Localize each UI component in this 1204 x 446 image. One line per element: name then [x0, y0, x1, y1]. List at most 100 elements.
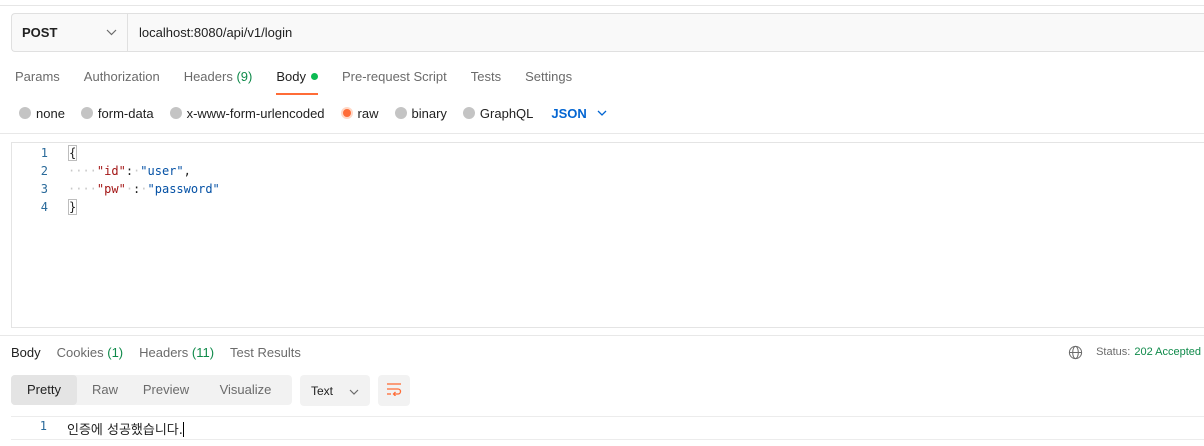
response-format-select[interactable]: Text: [300, 375, 370, 406]
json-colon: :: [125, 164, 134, 178]
tab-label: Headers: [139, 344, 189, 360]
response-status: Status: 202 Accepted: [1068, 342, 1201, 362]
tab-label: Authorization: [83, 69, 160, 84]
status-value: 202 Accepted: [1134, 346, 1201, 358]
view-mode-toggle: Pretty Raw Preview Visualize: [11, 375, 292, 405]
tab-settings[interactable]: Settings: [525, 66, 572, 94]
wrap-lines-button[interactable]: [378, 375, 410, 406]
tab-body[interactable]: Body: [276, 66, 318, 95]
top-divider: [0, 5, 1204, 6]
radio-label: form-data: [97, 105, 154, 121]
radio-circle: [19, 107, 31, 119]
response-text: 인증에 성공했습니다.: [67, 419, 184, 438]
section-divider: [0, 335, 1204, 336]
radio-raw[interactable]: raw: [340, 105, 379, 121]
body-format-select[interactable]: JSON: [551, 105, 607, 121]
tab-label: Params: [15, 69, 60, 84]
tab-count: (11): [191, 344, 215, 360]
response-tab-test-results[interactable]: Test Results: [230, 345, 301, 360]
radio-label: none: [36, 105, 65, 121]
radio-label: raw: [357, 105, 379, 121]
line-number: 2: [40, 164, 48, 178]
wrap-lines-icon: [386, 382, 402, 399]
radio-binary[interactable]: binary: [394, 105, 447, 121]
whitespace-marker: ····: [68, 182, 97, 196]
line-number: 1: [40, 146, 48, 160]
body-type-options: none form-data x-www-form-urlencoded raw…: [19, 104, 607, 122]
view-visualize-button[interactable]: Visualize: [199, 375, 292, 405]
tab-authorization[interactable]: Authorization: [84, 66, 160, 94]
json-key: "pw": [96, 182, 126, 196]
response-tab-cookies[interactable]: Cookies (1): [57, 345, 123, 360]
response-tabs: Body Cookies (1) Headers (11) Test Resul…: [11, 342, 317, 362]
response-text-content: 인증에 성공했습니다.: [67, 423, 183, 438]
tab-label: Pre-request Script: [341, 69, 447, 84]
method-select[interactable]: POST: [12, 14, 128, 51]
line-code: {: [68, 144, 78, 162]
line-number: 3: [40, 182, 48, 196]
radio-circle: [462, 107, 475, 119]
radio-none[interactable]: none: [19, 106, 65, 121]
tab-label: Body: [276, 69, 306, 84]
tab-label: Headers: [183, 69, 233, 84]
radio-graphql[interactable]: GraphQL: [462, 105, 534, 121]
line-code: ····"id":·"user",: [68, 162, 191, 180]
radio-circle: [394, 107, 407, 119]
json-key: "id": [96, 164, 126, 178]
tab-headers[interactable]: Headers (9): [184, 66, 253, 94]
line-number: 4: [40, 200, 48, 214]
editor-line: 3 ····"pw"·:·"password": [12, 180, 1204, 198]
tab-label: Test Results: [230, 344, 301, 360]
tab-pre-request-script[interactable]: Pre-request Script: [342, 66, 447, 94]
response-tab-headers[interactable]: Headers (11): [139, 345, 214, 360]
whitespace-marker: ·: [125, 182, 134, 196]
response-tab-body[interactable]: Body: [11, 345, 41, 360]
response-format-label: Text: [311, 383, 334, 398]
radio-circle: [80, 107, 93, 119]
radio-label: x-www-form-urlencoded: [186, 105, 325, 121]
status-label: Status:: [1096, 346, 1131, 358]
radio-circle: [340, 107, 353, 119]
chevron-down-icon: [597, 110, 607, 116]
whitespace-marker: ····: [68, 164, 97, 178]
radio-form-data[interactable]: form-data: [80, 105, 154, 121]
json-value: "password": [147, 182, 220, 196]
section-divider: [0, 133, 1204, 134]
view-pretty-button[interactable]: Pretty: [11, 375, 77, 405]
tab-label: Cookies: [56, 344, 104, 360]
radio-label: binary: [411, 105, 447, 121]
request-tabs: Params Authorization Headers (9) Body Pr…: [15, 66, 596, 95]
tab-count: (1): [107, 344, 124, 360]
body-format-label: JSON: [551, 105, 587, 121]
radio-label: GraphQL: [479, 105, 534, 121]
tab-params[interactable]: Params: [15, 66, 60, 94]
json-value: "user": [140, 164, 184, 178]
close-brace: }: [68, 199, 78, 215]
tab-count: (9): [236, 69, 253, 84]
line-code: ····"pw"·:·"password": [68, 180, 220, 198]
open-brace: {: [68, 145, 78, 161]
editor-line: 2 ····"id":·"user",: [12, 162, 1204, 180]
view-preview-button[interactable]: Preview: [133, 375, 199, 405]
request-body-editor[interactable]: 1 { 2 ····"id":·"user", 3 ····"pw"·:·"pa…: [11, 142, 1204, 328]
line-code: }: [68, 198, 78, 216]
url-input[interactable]: localhost:8080/api/v1/login: [128, 25, 292, 40]
whitespace-marker: ·: [140, 182, 148, 196]
tab-label: Settings: [525, 69, 573, 84]
chevron-down-icon: [105, 27, 117, 39]
url-bar: POST localhost:8080/api/v1/login: [11, 13, 1204, 52]
body-indicator-dot: [310, 73, 318, 80]
tab-tests[interactable]: Tests: [471, 66, 501, 94]
radio-x-www-form-urlencoded[interactable]: x-www-form-urlencoded: [169, 105, 325, 121]
globe-icon[interactable]: [1068, 345, 1083, 360]
chevron-down-icon: [349, 384, 359, 398]
tab-label: Tests: [470, 69, 502, 84]
response-body-viewer[interactable]: 1 인증에 성공했습니다.: [11, 416, 1204, 440]
radio-circle: [169, 107, 182, 119]
line-number: 1: [39, 419, 47, 433]
editor-line: 4 }: [12, 198, 1204, 216]
text-cursor: [182, 422, 184, 437]
method-label: POST: [22, 25, 58, 40]
view-raw-button[interactable]: Raw: [77, 375, 133, 405]
json-comma: ,: [183, 164, 191, 178]
